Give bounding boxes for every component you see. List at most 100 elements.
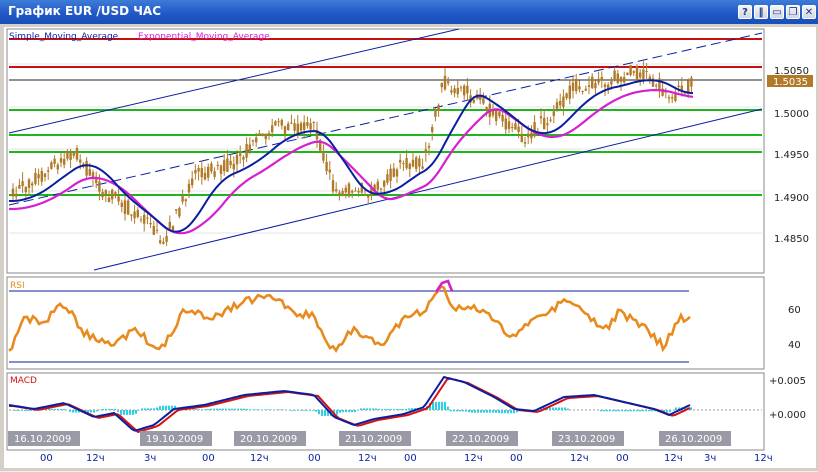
- hour-label: 00: [510, 453, 523, 464]
- hour-label: 3ч: [144, 453, 156, 464]
- macd-histogram-bar: [342, 410, 344, 412]
- macd-histogram-bar: [411, 408, 413, 410]
- candle-body: [300, 123, 302, 130]
- candle-body: [453, 88, 455, 93]
- macd-histogram-bar: [624, 410, 626, 411]
- candle-body: [197, 168, 199, 172]
- candle-body: [207, 167, 209, 178]
- candle-body: [111, 190, 113, 200]
- candle-body: [553, 111, 555, 116]
- candle-body: [127, 200, 129, 214]
- macd-histogram-bar: [48, 409, 50, 410]
- hour-label: 12ч: [664, 453, 683, 464]
- candle-body: [428, 146, 430, 148]
- candle-body: [159, 240, 161, 243]
- candle-body: [617, 73, 619, 83]
- candle-body: [357, 191, 359, 193]
- candle-body: [389, 169, 391, 181]
- macd-histogram-bar: [231, 409, 233, 410]
- candle-body: [191, 178, 193, 185]
- price-panel[interactable]: Simple_Moving_Average Exponential_Moving…: [7, 29, 813, 273]
- candle-body: [18, 185, 20, 189]
- help-icon[interactable]: ?: [738, 5, 752, 19]
- candle-body: [140, 219, 142, 220]
- candle-body: [281, 120, 283, 126]
- hour-label: 00: [616, 453, 629, 464]
- macd-histogram-bar: [255, 409, 257, 410]
- candle-body: [236, 155, 238, 164]
- macd-histogram-bar: [51, 409, 53, 410]
- candle-body: [463, 86, 465, 96]
- candle-body: [597, 79, 599, 83]
- chart-svg[interactable]: Simple_Moving_Average Exponential_Moving…: [4, 27, 816, 468]
- macd-histogram-bar: [60, 409, 62, 410]
- macd-histogram-bar: [267, 409, 269, 410]
- candle-body: [668, 97, 670, 98]
- candle-body: [425, 149, 427, 153]
- candle-body: [239, 153, 241, 155]
- macd-histogram-bar: [384, 409, 386, 410]
- macd-histogram-bar: [108, 409, 110, 410]
- candle-body: [249, 145, 251, 152]
- macd-histogram-bar: [627, 410, 629, 411]
- title-bar[interactable]: График EUR /USD ЧАС ? ‖ ▭ ❐ ✕: [0, 0, 818, 24]
- rsi-label: RSI: [10, 281, 25, 291]
- macd-histogram-bar: [315, 410, 317, 412]
- candle-body: [341, 191, 343, 196]
- candle-body: [245, 144, 247, 158]
- price-label: 1.4850: [774, 234, 809, 245]
- restore-icon[interactable]: ❐: [786, 5, 800, 19]
- candle-body: [149, 223, 151, 224]
- minimize-icon[interactable]: ▭: [770, 5, 784, 19]
- macd-histogram-bar: [111, 409, 113, 410]
- candle-body: [233, 164, 235, 169]
- candle-body: [194, 170, 196, 173]
- macd-histogram-bar: [555, 407, 557, 410]
- candle-body: [645, 71, 647, 72]
- macd-histogram-bar: [468, 410, 470, 412]
- macd-histogram-bar: [498, 410, 500, 413]
- candle-body: [345, 188, 347, 193]
- date-label: 19.10.2009: [146, 434, 203, 445]
- macd-histogram-bar: [381, 409, 383, 410]
- macd-histogram-bar: [102, 409, 104, 410]
- candle-body: [201, 168, 203, 177]
- macd-histogram-bar: [360, 408, 362, 410]
- macd-histogram-bar: [459, 410, 461, 411]
- candle-body: [41, 171, 43, 182]
- macd-histogram-bar: [435, 402, 437, 410]
- candle-body: [386, 174, 388, 182]
- macd-histogram-bar: [162, 406, 164, 410]
- chart-area[interactable]: Simple_Moving_Average Exponential_Moving…: [4, 27, 816, 468]
- candle-body: [181, 196, 183, 202]
- date-label: 21.10.2009: [345, 434, 402, 445]
- macd-histogram-bar: [363, 408, 365, 410]
- candle-body: [409, 164, 411, 169]
- candle-body: [44, 174, 46, 177]
- macd-histogram-bar: [141, 408, 143, 410]
- candle-body: [98, 181, 100, 191]
- candle-body: [69, 152, 71, 160]
- macd-histogram-bar: [63, 409, 65, 410]
- macd-histogram-bar: [165, 406, 167, 410]
- candle-body: [367, 195, 369, 197]
- macd-histogram-bar: [30, 410, 32, 411]
- macd-histogram-bar: [273, 409, 275, 410]
- candle-body: [37, 174, 39, 178]
- candle-body: [255, 138, 257, 143]
- rsi-panel[interactable]: RSI 60 40: [7, 277, 801, 369]
- candle-body: [63, 159, 65, 165]
- pause-icon[interactable]: ‖: [754, 5, 768, 19]
- candle-body: [524, 142, 526, 144]
- candle-body: [444, 76, 446, 89]
- candle-body: [505, 118, 507, 129]
- candle-body: [364, 194, 366, 195]
- macd-histogram-bar: [603, 410, 605, 411]
- candle-body: [671, 97, 673, 98]
- macd-histogram-bar: [339, 410, 341, 413]
- macd-histogram-bar: [303, 410, 305, 411]
- macd-histogram-bar: [246, 409, 248, 410]
- close-icon[interactable]: ✕: [802, 5, 816, 19]
- candle-body: [172, 226, 174, 230]
- candle-body: [431, 127, 433, 132]
